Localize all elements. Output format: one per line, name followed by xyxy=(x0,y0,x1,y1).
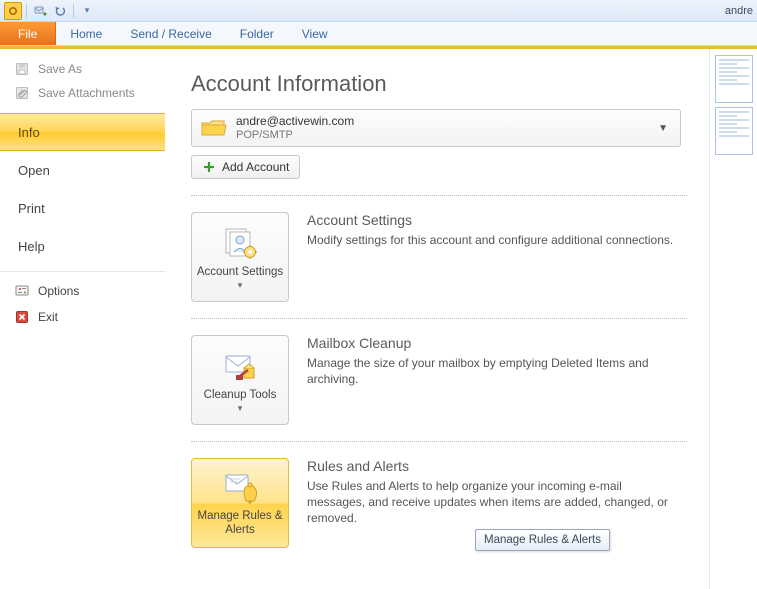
tab-file[interactable]: File xyxy=(0,22,56,45)
nav-print[interactable]: Print xyxy=(0,189,165,227)
dotted-separator xyxy=(191,441,687,442)
section-title: Account Settings xyxy=(307,212,677,228)
account-protocol: POP/SMTP xyxy=(236,129,646,142)
tooltip: Manage Rules & Alerts xyxy=(475,529,610,551)
attachment-icon xyxy=(14,85,30,101)
add-account-button[interactable]: Add Account xyxy=(191,155,300,179)
chevron-down-icon: ▾ xyxy=(238,280,243,291)
section-mailbox-cleanup: Cleanup Tools ▾ Mailbox Cleanup Manage t… xyxy=(191,335,687,425)
options-item[interactable]: Options xyxy=(0,278,165,304)
options-icon xyxy=(14,283,30,299)
save-as-item: Save As xyxy=(0,57,165,81)
nav-help[interactable]: Help xyxy=(0,227,165,265)
account-settings-button-label: Account Settings xyxy=(197,266,283,280)
section-title: Mailbox Cleanup xyxy=(307,335,677,351)
section-text: Account Settings Modify settings for thi… xyxy=(307,212,677,302)
account-folder-icon xyxy=(200,116,228,140)
rules-alerts-icon xyxy=(220,470,260,506)
chevron-down-icon: ▾ xyxy=(238,403,243,414)
nav-info-label: Info xyxy=(18,125,40,140)
section-desc: Modify settings for this account and con… xyxy=(307,232,677,248)
plus-icon xyxy=(202,160,216,174)
nav-info[interactable]: Info xyxy=(0,113,165,151)
cleanup-tools-icon xyxy=(220,349,260,385)
tab-view[interactable]: View xyxy=(288,22,342,45)
backstage: Save As Save Attachments Info Open Print… xyxy=(0,46,757,589)
nav-help-label: Help xyxy=(18,239,45,254)
tab-home[interactable]: Home xyxy=(56,22,116,45)
section-title: Rules and Alerts xyxy=(307,458,677,474)
section-desc: Manage the size of your mailbox by empty… xyxy=(307,355,677,387)
nav-separator xyxy=(0,271,165,272)
backstage-main: Account Information andre@activewin.com … xyxy=(165,49,709,589)
options-label: Options xyxy=(38,284,79,298)
save-attachments-label: Save Attachments xyxy=(38,86,135,100)
outlook-app-icon[interactable] xyxy=(4,2,22,20)
section-account-settings: Account Settings ▾ Account Settings Modi… xyxy=(191,212,687,302)
qat-divider xyxy=(73,4,74,18)
page-thumbnail[interactable] xyxy=(715,107,753,155)
tab-folder[interactable]: Folder xyxy=(226,22,288,45)
nav-list: Info Open Print Help xyxy=(0,113,165,265)
exit-label: Exit xyxy=(38,310,58,324)
nav-open-label: Open xyxy=(18,163,50,178)
add-account-label: Add Account xyxy=(222,160,289,174)
chevron-down-icon: ▼ xyxy=(654,123,672,134)
section-text: Mailbox Cleanup Manage the size of your … xyxy=(307,335,677,425)
exit-icon xyxy=(14,309,30,325)
title-bar: ▾ andre xyxy=(0,0,757,22)
page-thumbnail[interactable] xyxy=(715,55,753,103)
section-rules-alerts: Manage Rules & Alerts Rules and Alerts U… xyxy=(191,458,687,548)
save-icon xyxy=(14,61,30,77)
manage-rules-alerts-button[interactable]: Manage Rules & Alerts xyxy=(191,458,289,548)
nav-open[interactable]: Open xyxy=(0,151,165,189)
nav-print-label: Print xyxy=(18,201,45,216)
account-selector[interactable]: andre@activewin.com POP/SMTP ▼ xyxy=(191,109,681,147)
undo-icon[interactable] xyxy=(51,2,69,20)
qat-divider xyxy=(26,4,27,18)
account-text: andre@activewin.com POP/SMTP xyxy=(236,114,646,142)
quick-access-toolbar: ▾ xyxy=(4,2,96,20)
qat-customize-icon[interactable]: ▾ xyxy=(78,2,96,20)
cleanup-tools-button-label: Cleanup Tools xyxy=(204,389,277,403)
dotted-separator xyxy=(191,195,687,196)
account-email: andre@activewin.com xyxy=(236,114,646,128)
save-as-label: Save As xyxy=(38,62,82,76)
manage-rules-alerts-button-label: Manage Rules & Alerts xyxy=(196,510,284,538)
ribbon-tabs: File Home Send / Receive Folder View xyxy=(0,22,757,46)
exit-item[interactable]: Exit xyxy=(0,304,165,330)
window-caption: andre xyxy=(725,5,753,17)
tab-send-receive[interactable]: Send / Receive xyxy=(116,22,225,45)
account-settings-icon xyxy=(220,226,260,262)
tooltip-text: Manage Rules & Alerts xyxy=(484,534,601,546)
dotted-separator xyxy=(191,318,687,319)
account-settings-button[interactable]: Account Settings ▾ xyxy=(191,212,289,302)
print-preview-pane xyxy=(709,49,757,589)
backstage-left-nav: Save As Save Attachments Info Open Print… xyxy=(0,49,165,589)
section-desc: Use Rules and Alerts to help organize yo… xyxy=(307,478,677,527)
save-attachments-item: Save Attachments xyxy=(0,81,165,105)
send-receive-icon[interactable] xyxy=(31,2,49,20)
cleanup-tools-button[interactable]: Cleanup Tools ▾ xyxy=(191,335,289,425)
page-title: Account Information xyxy=(191,71,687,97)
